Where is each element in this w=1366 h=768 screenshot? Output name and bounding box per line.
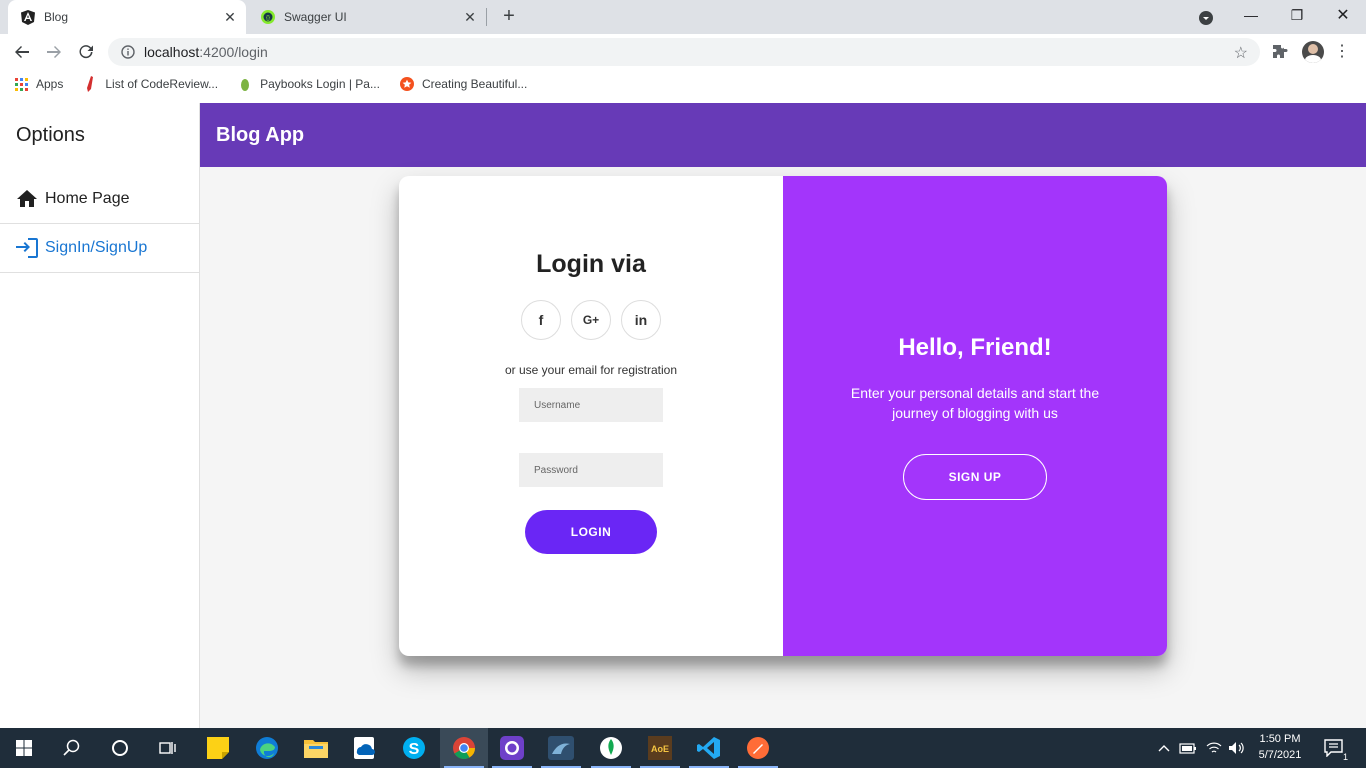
postman-icon[interactable] (734, 728, 782, 768)
login-icon (16, 237, 38, 259)
tab-swagger[interactable]: {} Swagger UI ✕ (246, 0, 486, 34)
svg-text:{}: {} (266, 16, 270, 22)
sidebar-item-label: Home Page (45, 190, 130, 207)
sticky-notes-icon[interactable] (194, 728, 242, 768)
address-bar[interactable]: localhost:4200/login ☆ (108, 38, 1260, 66)
mysql-workbench-icon[interactable] (537, 728, 585, 768)
search-icon[interactable] (48, 728, 96, 768)
red-pen-icon (83, 76, 97, 92)
overlay-text: Enter your personal details and start th… (850, 385, 1100, 421)
login-card: Login via f G+ in or use your email for … (399, 176, 1167, 656)
sidebar-item-label: SignIn/SignUp (45, 239, 148, 256)
show-hidden-icons-icon[interactable] (1154, 738, 1174, 758)
bookmark-label: Paybooks Login | Pa... (260, 77, 380, 91)
swagger-icon: {} (260, 9, 276, 25)
bookmark-label: List of CodeReview... (105, 77, 219, 91)
sidebar-item-signin[interactable]: SignIn/SignUp (0, 224, 199, 273)
google-plus-button[interactable]: G+ (571, 300, 611, 340)
facebook-icon: f (538, 312, 544, 328)
leaf-icon (238, 77, 252, 91)
password-input[interactable] (519, 453, 663, 487)
battery-icon[interactable] (1178, 738, 1198, 758)
taskbar-clock[interactable]: 1:50 PM 5/7/2021 (1250, 731, 1310, 763)
vscode-icon[interactable] (685, 728, 733, 768)
window-close-icon[interactable]: ✕ (1320, 0, 1366, 30)
bookmark-codereview[interactable]: List of CodeReview... (83, 76, 219, 92)
bookmark-paybooks[interactable]: Paybooks Login | Pa... (238, 77, 380, 91)
age-of-empires-icon[interactable]: AoE (636, 728, 684, 768)
action-center-icon[interactable]: 1 (1322, 738, 1348, 762)
signup-button[interactable]: SIGN UP (903, 454, 1047, 500)
chrome-icon[interactable] (440, 728, 488, 768)
tab-search-icon[interactable] (1196, 8, 1216, 28)
sidebar-title: Options (16, 124, 85, 146)
skype-icon[interactable]: S (390, 728, 438, 768)
minimize-icon[interactable]: — (1228, 0, 1274, 30)
onedrive-icon[interactable] (341, 728, 389, 768)
mongodb-compass-icon[interactable] (587, 728, 635, 768)
new-tab-icon[interactable]: + (498, 6, 520, 28)
url-host: localhost (144, 44, 200, 60)
edge-icon[interactable] (243, 728, 291, 768)
restore-icon[interactable]: ❐ (1274, 0, 1320, 30)
forward-icon[interactable] (42, 40, 66, 64)
windows-start-icon[interactable] (0, 728, 48, 768)
notification-count: 1 (1342, 752, 1348, 762)
url-path: :4200/login (199, 44, 268, 60)
clock-time: 1:50 PM (1259, 733, 1301, 745)
github-desktop-icon[interactable] (488, 728, 536, 768)
login-button[interactable]: LOGIN (525, 510, 657, 554)
tab-blog[interactable]: Blog ✕ (8, 0, 246, 34)
svg-text:S: S (409, 741, 420, 758)
tab-title: Swagger UI (284, 10, 347, 24)
sidebar-item-home[interactable]: Home Page (0, 175, 199, 224)
star-badge-icon (399, 77, 414, 91)
linkedin-button[interactable]: in (621, 300, 661, 340)
login-title: Login via (536, 250, 646, 278)
bookmark-apps[interactable]: Apps (14, 77, 63, 91)
file-explorer-icon[interactable] (292, 728, 340, 768)
home-icon (16, 188, 38, 210)
overlay-title: Hello, Friend! (898, 334, 1052, 361)
tab-divider (486, 8, 487, 26)
signup-overlay-panel: Hello, Friend! Enter your personal detai… (783, 176, 1167, 656)
bookmark-star-icon[interactable]: ☆ (1234, 43, 1248, 63)
info-icon[interactable] (120, 44, 136, 60)
registration-hint: or use your email for registration (504, 363, 678, 377)
task-view-icon[interactable] (144, 728, 192, 768)
close-tab-icon[interactable]: ✕ (462, 9, 478, 25)
close-tab-icon[interactable]: ✕ (222, 9, 238, 25)
clock-date: 5/7/2021 (1258, 749, 1302, 761)
angular-icon (20, 9, 36, 25)
volume-icon[interactable] (1227, 738, 1247, 758)
svg-text:AoE: AoE (651, 744, 669, 754)
linkedin-icon: in (634, 312, 648, 328)
reload-icon[interactable] (74, 40, 98, 64)
extensions-icon[interactable] (1270, 42, 1290, 62)
apps-grid-icon (14, 77, 28, 91)
app-title: Blog App (216, 123, 305, 146)
profile-avatar[interactable] (1302, 41, 1324, 63)
cortana-icon[interactable] (96, 728, 144, 768)
bookmark-creating-beautiful[interactable]: Creating Beautiful... (399, 77, 528, 91)
username-input[interactable] (519, 388, 663, 422)
bookmark-label: Apps (36, 77, 64, 91)
google-plus-icon: G+ (582, 313, 600, 327)
tab-title: Blog (44, 10, 69, 24)
bookmark-label: Creating Beautiful... (421, 77, 528, 91)
browser-menu-icon[interactable]: ⋮ (1334, 42, 1350, 62)
app-toolbar: Blog App (200, 103, 1366, 167)
facebook-button[interactable]: f (521, 300, 561, 340)
wifi-icon[interactable] (1204, 738, 1224, 758)
back-icon[interactable] (10, 40, 34, 64)
bookmarks-bar: Apps List of CodeReview... Paybooks Logi… (0, 70, 1366, 98)
